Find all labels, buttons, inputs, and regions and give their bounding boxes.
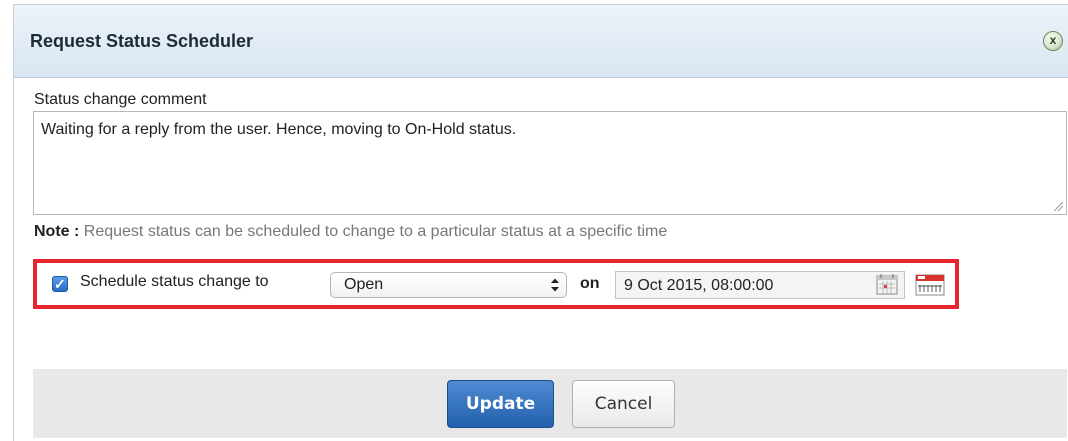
note-body: Request status can be scheduled to chang…	[79, 223, 668, 240]
date-picker-icon[interactable]	[915, 274, 945, 296]
note-prefix: Note :	[34, 223, 80, 240]
request-status-scheduler-dialog: Request Status Scheduler x Status change…	[13, 4, 1068, 441]
schedule-datetime-value: 9 Oct 2015, 08:00:00	[624, 277, 774, 294]
update-button[interactable]: Update	[447, 380, 554, 428]
schedule-label: Schedule status change to	[80, 273, 269, 290]
schedule-datetime-input[interactable]: 9 Oct 2015, 08:00:00	[615, 271, 905, 299]
status-comment-textarea[interactable]: Waiting for a reply from the user. Hence…	[33, 111, 1067, 215]
dialog-titlebar: Request Status Scheduler	[14, 5, 1068, 78]
schedule-checkbox[interactable]: ✓	[52, 276, 68, 292]
comment-label: Status change comment	[34, 91, 207, 108]
select-arrows-icon	[551, 278, 559, 292]
note-text: Note : Request status can be scheduled t…	[34, 223, 667, 241]
checkmark-icon: ✓	[54, 276, 66, 292]
cancel-button[interactable]: Cancel	[572, 380, 675, 428]
status-select[interactable]: Open	[330, 272, 567, 298]
dialog-footer: Update Cancel	[33, 369, 1067, 438]
status-select-value: Open	[344, 276, 384, 293]
on-label: on	[580, 275, 600, 292]
calendar-icon[interactable]	[876, 273, 898, 295]
resize-grip-icon[interactable]	[1052, 200, 1064, 212]
close-icon[interactable]: x	[1043, 31, 1063, 51]
dialog-title: Request Status Scheduler	[30, 31, 254, 51]
